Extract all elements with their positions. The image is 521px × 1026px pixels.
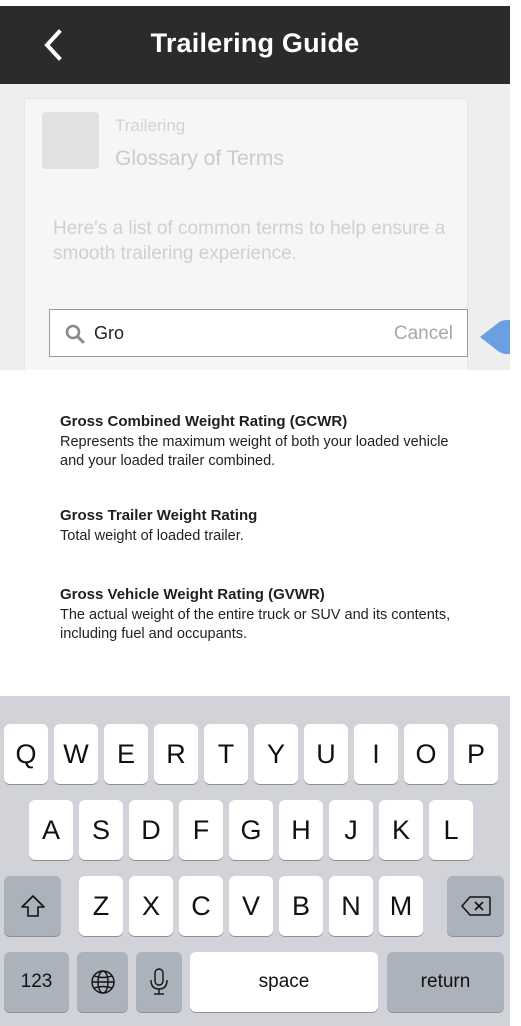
key-v[interactable]: V [229,876,273,936]
intro-text: Here's a list of common terms to help en… [53,218,446,264]
key-i[interactable]: I [354,724,398,784]
result-title: Gross Vehicle Weight Rating (GVWR) [60,586,325,603]
result-description: Represents the maximum weight of both yo… [60,434,449,469]
result-title: Gross Trailer Weight Rating [60,507,258,524]
result-title: Gross Combined Weight Rating (GCWR) [60,413,348,430]
key-z[interactable]: Z [79,876,123,936]
search-bar[interactable]: Cancel [49,309,468,357]
result-description: Total weight of loaded trailer. [60,528,244,544]
key-m[interactable]: M [379,876,423,936]
key-k[interactable]: K [379,800,423,860]
search-icon [65,324,85,344]
result-item[interactable]: Gross Trailer Weight Rating Total weight… [60,507,470,546]
key-g[interactable]: G [229,800,273,860]
key-h[interactable]: H [279,800,323,860]
onscreen-keyboard: Q W E R T Y U I O P A S D F G H J K L Z … [0,696,510,1026]
key-e[interactable]: E [104,724,148,784]
right-edge-strip [510,0,521,1026]
key-y[interactable]: Y [254,724,298,784]
shift-key[interactable] [4,876,61,936]
key-u[interactable]: U [304,724,348,784]
key-f[interactable]: F [179,800,223,860]
key-o[interactable]: O [404,724,448,784]
globe-key[interactable] [77,952,128,1012]
key-q[interactable]: Q [4,724,48,784]
space-key[interactable]: space [190,952,378,1012]
key-x[interactable]: X [129,876,173,936]
microphone-icon [150,968,168,995]
key-c[interactable]: C [179,876,223,936]
delete-key[interactable] [447,876,504,936]
app-header: Trailering Guide [0,6,510,84]
key-p[interactable]: P [454,724,498,784]
section-thumbnail [42,112,99,169]
key-n[interactable]: N [329,876,373,936]
key-a[interactable]: A [29,800,73,860]
return-key[interactable]: return [387,952,504,1012]
dictation-key[interactable] [136,952,182,1012]
globe-icon [90,970,115,994]
key-s[interactable]: S [79,800,123,860]
key-l[interactable]: L [429,800,473,860]
key-d[interactable]: D [129,800,173,860]
backspace-icon [460,896,491,916]
cancel-button[interactable]: Cancel [394,323,453,345]
numbers-key[interactable]: 123 [4,952,69,1012]
key-w[interactable]: W [54,724,98,784]
page-title: Trailering Guide [150,28,360,58]
key-j[interactable]: J [329,800,373,860]
shift-icon [20,895,45,917]
result-description: The actual weight of the entire truck or… [60,607,451,642]
key-b[interactable]: B [279,876,323,936]
result-item[interactable]: Gross Vehicle Weight Rating (GVWR) The a… [60,586,470,644]
search-results-list: Gross Combined Weight Rating (GCWR) Repr… [0,370,510,696]
result-item[interactable]: Gross Combined Weight Rating (GCWR) Repr… [60,413,470,471]
key-t[interactable]: T [204,724,248,784]
key-r[interactable]: R [154,724,198,784]
breadcrumb: Trailering [115,116,186,135]
section-title: Glossary of Terms [115,147,284,170]
search-input[interactable] [94,319,354,347]
